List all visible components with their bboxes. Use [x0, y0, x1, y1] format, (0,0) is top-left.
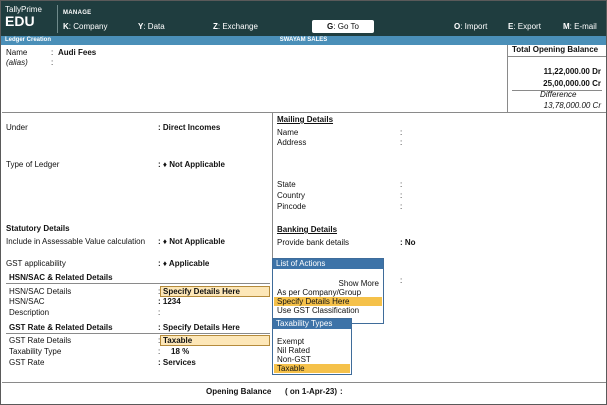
under-label: Under — [6, 123, 28, 132]
taxability-taxable-selected[interactable]: Taxable — [274, 364, 350, 373]
ledger-creation-window: TallyPrime EDU MANAGE K: Company Y: Data… — [0, 0, 607, 405]
opening-balance-colon[interactable]: : — [340, 387, 343, 397]
menu-data[interactable]: Y: Data — [138, 22, 165, 31]
taxability-type-colon: : — [158, 347, 161, 356]
opening-balance-date: ( on 1-Apr-23) — [285, 387, 337, 396]
gst-applicability-value[interactable]: : ♦ Applicable — [158, 259, 209, 269]
assessable-value-label: Include in Assessable Value calculation — [6, 237, 146, 246]
section-label: MANAGE — [63, 10, 92, 16]
type-of-ledger-label: Type of Ledger — [6, 160, 60, 169]
gst-applicability-label: GST applicability — [6, 259, 66, 268]
section-divider — [2, 112, 606, 113]
pincode-colon: : — [400, 202, 403, 211]
menu-email[interactable]: M: E-mail — [563, 22, 597, 31]
country-colon: : — [400, 191, 403, 200]
name-label: Name — [6, 48, 28, 57]
show-more-button[interactable]: Show More — [339, 279, 379, 288]
ledger-name-input[interactable]: Audi Fees — [58, 48, 96, 58]
company-name: SWAYAM SALES — [279, 37, 328, 43]
description-colon: : — [158, 308, 161, 317]
taxability-exempt[interactable]: Exempt — [274, 337, 350, 346]
state-colon: : — [400, 180, 403, 189]
menu-import[interactable]: O: Import — [454, 22, 487, 31]
list-of-actions-popup: List of Actions Show More As per Company… — [272, 258, 384, 324]
bank-details-value[interactable]: : No — [400, 238, 416, 248]
name-colon: : — [51, 48, 54, 57]
taxability-type-value[interactable]: 18 % — [171, 347, 189, 357]
footer-divider — [2, 382, 606, 383]
action-use-gst-classification[interactable]: Use GST Classification — [274, 306, 382, 315]
assessable-value-value[interactable]: : ♦ Not Applicable — [158, 237, 225, 247]
mailing-details-header: Mailing Details — [277, 115, 334, 124]
description-label: Description — [9, 308, 50, 317]
bank-details-label: Provide bank details — [277, 238, 350, 247]
right-field-colon: : — [400, 276, 403, 285]
goto-button[interactable]: G: Go To — [312, 20, 374, 33]
opening-balance-label: Opening Balance — [206, 387, 272, 396]
hsn-sac-details-label: HSN/SAC Details — [9, 287, 72, 296]
state-label: State — [277, 180, 296, 189]
app-edition: EDU — [5, 13, 35, 29]
total-cr-amount: 25,00,000.00 Cr — [543, 79, 601, 88]
mailing-name-label: Name — [277, 128, 299, 137]
menu-company[interactable]: K: Company — [63, 22, 107, 31]
title-strip: Ledger Creation SWAYAM SALES — [1, 36, 606, 45]
hsn-sac-header: HSN/SAC & Related Details — [9, 273, 113, 282]
total-dr-amount: 11,22,000.00 Dr — [543, 67, 601, 76]
action-specify-details-selected[interactable]: Specify Details Here — [274, 297, 382, 306]
list-of-actions-title: List of Actions — [273, 259, 383, 269]
difference-label: Difference — [540, 90, 577, 99]
action-as-per-company[interactable]: As per Company/Group — [274, 288, 382, 297]
hsn-header-rule — [6, 283, 270, 284]
banking-details-header: Banking Details — [277, 225, 338, 234]
gst-rate-header: GST Rate & Related Details — [9, 323, 113, 332]
brand: TallyPrime EDU — [5, 5, 55, 29]
alias-label: (alias) — [6, 58, 28, 67]
gst-rate-details-label: GST Rate Details — [9, 336, 72, 345]
gst-rate-details-input[interactable]: Taxable — [160, 335, 270, 346]
gst-rate-header-rule — [6, 333, 270, 334]
difference-amount: 13,78,000.00 Cr — [543, 101, 601, 110]
gst-rate-header-value[interactable]: : Specify Details Here — [158, 323, 240, 333]
top-bar: TallyPrime EDU MANAGE K: Company Y: Data… — [1, 1, 606, 36]
total-opening-balance-title: Total Opening Balance — [512, 45, 599, 54]
address-label: Address — [277, 138, 307, 147]
mailing-name-colon: : — [400, 128, 403, 137]
hsn-sac-label: HSN/SAC — [9, 297, 45, 306]
taxability-types-popup: Taxability Types Exempt Nil Rated Non-GS… — [272, 318, 352, 375]
pincode-label: Pincode — [277, 202, 306, 211]
hsn-sac-details-input[interactable]: Specify Details Here — [160, 286, 270, 297]
type-of-ledger-value[interactable]: : ♦ Not Applicable — [158, 160, 225, 170]
summary-divider — [508, 56, 606, 57]
gst-rate-value[interactable]: : Services — [158, 358, 196, 368]
menu-export[interactable]: E: Export — [508, 22, 541, 31]
brand-divider — [57, 5, 58, 33]
column-divider — [272, 112, 273, 258]
menu-exchange[interactable]: Z: Exchange — [213, 22, 258, 31]
under-value[interactable]: : Direct Incomes — [158, 123, 220, 133]
country-label: Country — [277, 191, 306, 200]
taxability-nil-rated[interactable]: Nil Rated — [274, 346, 350, 355]
taxability-non-gst[interactable]: Non-GST — [274, 355, 350, 364]
taxability-types-title: Taxability Types — [273, 319, 351, 329]
address-colon: : — [400, 138, 403, 147]
hsn-sac-value[interactable]: : 1234 — [158, 297, 181, 307]
gst-rate-label: GST Rate — [9, 358, 45, 367]
taxability-type-label: Taxability Type — [9, 347, 62, 356]
alias-colon: : — [51, 58, 54, 67]
statutory-details-header: Statutory Details — [6, 224, 70, 233]
